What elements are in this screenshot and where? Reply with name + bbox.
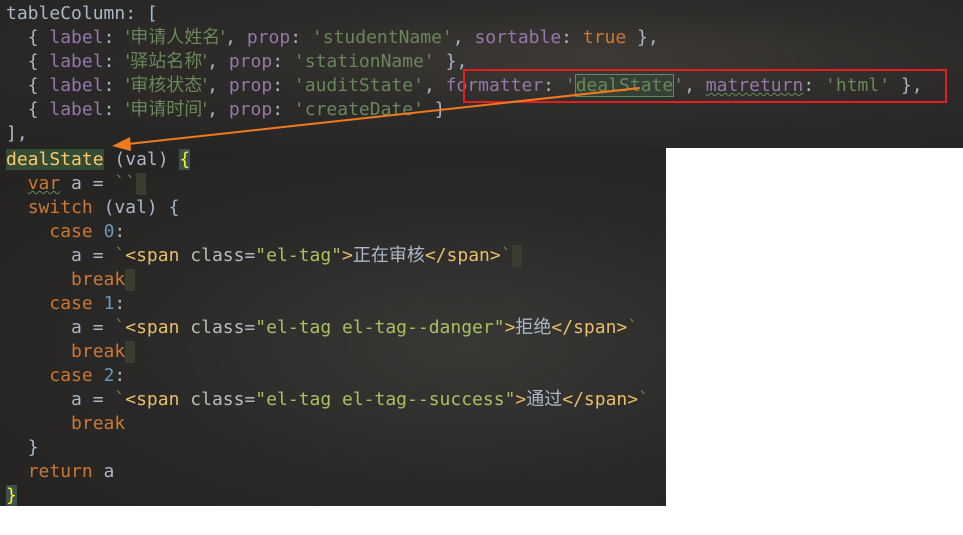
sortable-value: true	[582, 27, 627, 48]
code-line: a = `<span class="el-tag el-tag--danger"…	[71, 317, 639, 338]
switch-keyword: switch	[27, 197, 93, 218]
label-value: '申请人姓名'	[125, 27, 226, 48]
prop-value: 'auditState'	[293, 75, 424, 96]
label-value: '申请时间'	[125, 99, 208, 120]
tag-text: 通过	[526, 389, 563, 410]
label-value: '驿站名称'	[125, 51, 208, 72]
code-line: { label: '驿站名称', prop: 'stationName' },	[27, 51, 468, 72]
code-line: ],	[6, 122, 28, 146]
switch-arg: (val)	[103, 197, 158, 218]
prop-key: prop	[228, 75, 273, 96]
code-line: }	[6, 484, 17, 506]
code-line: break	[6, 268, 136, 292]
open-brace: {	[179, 149, 191, 170]
highlight-box	[463, 69, 947, 103]
return-keyword: return	[27, 461, 93, 482]
case-number: 0	[103, 221, 115, 242]
prop-value: 'createDate'	[293, 99, 424, 120]
code-line: dealState (val) {	[6, 148, 191, 172]
table-column-decl: tableColumn: [	[6, 3, 158, 24]
prop-key: prop	[246, 27, 291, 48]
prop-value: 'studentName'	[311, 27, 453, 48]
case-keyword: case	[49, 221, 93, 242]
function-params: (val)	[114, 149, 169, 170]
break-keyword: break	[71, 413, 126, 434]
whitespace-marker	[136, 173, 147, 195]
tag-text: 拒绝	[515, 317, 552, 338]
label-key: label	[49, 27, 104, 48]
code-line: var a = ``	[6, 172, 147, 196]
case-number: 1	[103, 293, 115, 314]
code-line: break	[6, 340, 136, 364]
code-line: return a	[27, 461, 115, 482]
label-key: label	[49, 75, 104, 96]
top-code-panel: tableColumn: [ { label: '申请人姓名', prop: '…	[0, 0, 963, 148]
code-line: { label: '申请时间', prop: 'createDate' }	[27, 99, 446, 120]
break-keyword: break	[71, 269, 126, 290]
prop-value: 'stationName'	[293, 51, 435, 72]
bottom-code-panel: dealState (val) { var a = `` switch (val…	[0, 148, 666, 506]
var-keyword: var	[27, 173, 61, 194]
code-line: }	[27, 437, 39, 458]
label-key: label	[49, 51, 104, 72]
tag-text: 正在审核	[352, 245, 425, 266]
code-line: switch (val) {	[27, 197, 180, 218]
break-keyword: break	[71, 341, 126, 362]
prop-key: prop	[228, 51, 273, 72]
case-keyword: case	[49, 293, 93, 314]
table-column-close: ],	[6, 123, 28, 144]
code-line: case 1:	[49, 293, 126, 314]
code-line: a = `<span class="el-tag">正在审核</span>`	[6, 244, 522, 268]
case-number: 2	[103, 365, 115, 386]
whitespace-marker	[125, 269, 136, 291]
class-value: el-tag el-tag--danger	[266, 317, 494, 338]
code-line: case 0:	[49, 221, 126, 242]
code-line: tableColumn: [	[6, 2, 158, 26]
prop-key: prop	[228, 99, 273, 120]
whitespace-marker	[125, 341, 136, 363]
code-line: { label: '申请人姓名', prop: 'studentName', s…	[27, 27, 659, 48]
code-line: case 2:	[49, 365, 126, 386]
sortable-key: sortable	[474, 27, 562, 48]
label-value: '审核状态'	[125, 75, 208, 96]
code-line: break	[6, 412, 125, 436]
class-value: el-tag	[266, 245, 332, 266]
whitespace-marker	[511, 245, 522, 267]
var-name: a	[71, 173, 82, 194]
close-brace: }	[6, 485, 17, 506]
label-key: label	[49, 99, 104, 120]
function-name[interactable]: dealState	[6, 149, 104, 170]
class-value: el-tag el-tag--success	[266, 389, 505, 410]
code-line: a = `<span class="el-tag el-tag--success…	[71, 389, 649, 410]
case-keyword: case	[49, 365, 93, 386]
